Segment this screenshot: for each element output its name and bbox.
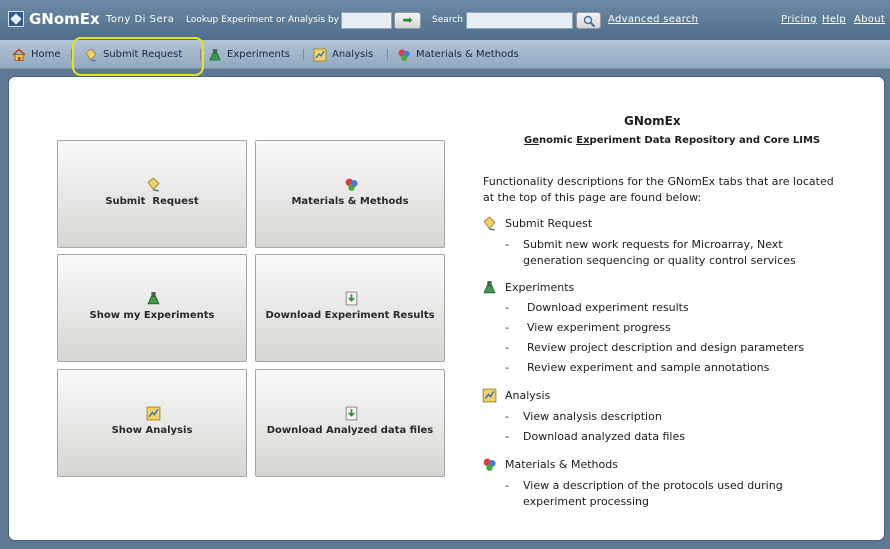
section-title: Submit Request [505, 217, 593, 230]
section-title: Analysis [505, 389, 551, 402]
tab-separator [387, 49, 388, 61]
bullet-text: Review experiment and sample annotations [527, 361, 770, 374]
flask-icon [482, 280, 497, 295]
materials-icon [482, 457, 497, 472]
search-button[interactable] [576, 12, 601, 29]
analysis-icon [313, 48, 327, 62]
tile-label: Download Experiment Results [265, 310, 435, 321]
arrow-right-icon: ➡ [402, 13, 413, 27]
bullet-text: Submit new work requests for Microarray,… [523, 238, 796, 267]
subtitle-underlined-part: Ex [576, 135, 590, 146]
tab-analysis[interactable]: Analysis [313, 40, 373, 69]
app-name: GNomEx [29, 10, 100, 28]
top-bar: GNomEx Tony Di Sera Lookup Experiment or… [0, 0, 890, 40]
section-title: Experiments [505, 281, 575, 294]
tab-home[interactable]: Home [12, 40, 61, 69]
show-analysis-button[interactable]: Show Analysis [57, 369, 247, 477]
tab-experiments-label: Experiments [227, 49, 290, 60]
help-link[interactable]: Help [822, 14, 846, 25]
tab-analysis-label: Analysis [332, 49, 374, 60]
lookup-label: Lookup Experiment or Analysis by # [186, 15, 350, 25]
search-label: Search [432, 15, 463, 25]
section-submit-request: Submit Request [482, 216, 592, 231]
tile-label: Materials & Methods [291, 196, 409, 207]
app-logo[interactable]: GNomEx [8, 10, 100, 28]
intro-text: Functionality descriptions for the GNomE… [483, 175, 834, 204]
home-icon [12, 47, 26, 62]
search-input[interactable] [466, 12, 573, 29]
download-icon [344, 406, 359, 421]
highlight-annotation [72, 37, 204, 76]
lookup-input[interactable] [341, 12, 392, 29]
section-experiments: Experiments [482, 280, 574, 295]
bullet-text: Download experiment results [527, 301, 689, 314]
magnifier-icon [583, 15, 596, 28]
bullet-text: Download analyzed data files [523, 430, 685, 443]
show-experiments-button[interactable]: Show my Experiments [57, 254, 247, 362]
page-title: GNomEx [624, 114, 681, 128]
analysis-icon [482, 388, 497, 403]
tab-experiments[interactable]: Experiments [208, 40, 290, 69]
download-icon [344, 291, 359, 306]
submit-icon [482, 216, 497, 231]
tab-home-label: Home [31, 49, 61, 60]
tile-label: Submit Request [105, 196, 199, 207]
tab-separator [303, 49, 304, 61]
advanced-search-link[interactable]: Advanced search [608, 14, 698, 25]
tab-materials-methods-label: Materials & Methods [416, 49, 519, 60]
materials-methods-button[interactable]: Materials & Methods [255, 140, 445, 248]
analysis-icon [146, 406, 161, 421]
materials-icon [397, 48, 411, 62]
flask-icon [208, 48, 222, 62]
materials-icon [344, 177, 359, 192]
subtitle-underlined-part: Ge [524, 135, 539, 146]
bullet-text: Review project description and design pa… [527, 341, 805, 354]
lookup-go-button[interactable]: ➡ [394, 12, 421, 29]
user-name: Tony Di Sera [106, 14, 175, 25]
page-subtitle: Genomic Experiment Data Repository and C… [524, 135, 820, 146]
download-experiment-results-button[interactable]: Download Experiment Results [255, 254, 445, 362]
submit-request-button[interactable]: Submit Request [57, 140, 247, 248]
bullet-text: View a description of the protocols used… [523, 479, 783, 508]
pricing-link[interactable]: Pricing [781, 14, 817, 25]
bullet-text: View experiment progress [527, 321, 671, 334]
download-analyzed-files-button[interactable]: Download Analyzed data files [255, 369, 445, 477]
section-title: Materials & Methods [505, 458, 618, 471]
submit-icon [146, 177, 161, 192]
tile-label: Show my Experiments [89, 310, 215, 321]
tile-label: Download Analyzed data files [266, 425, 434, 436]
section-analysis: Analysis [482, 388, 550, 403]
bullet-text: View analysis description [523, 410, 662, 423]
tile-label: Show Analysis [111, 425, 193, 436]
subtitle-part: periment Data Repository and Core LIMS [589, 135, 821, 146]
subtitle-part: nomic [539, 135, 577, 146]
tab-materials-methods[interactable]: Materials & Methods [397, 40, 519, 69]
logo-icon [8, 11, 24, 27]
section-materials-methods: Materials & Methods [482, 457, 618, 472]
flask-icon [146, 291, 161, 306]
about-link[interactable]: About [854, 14, 885, 25]
